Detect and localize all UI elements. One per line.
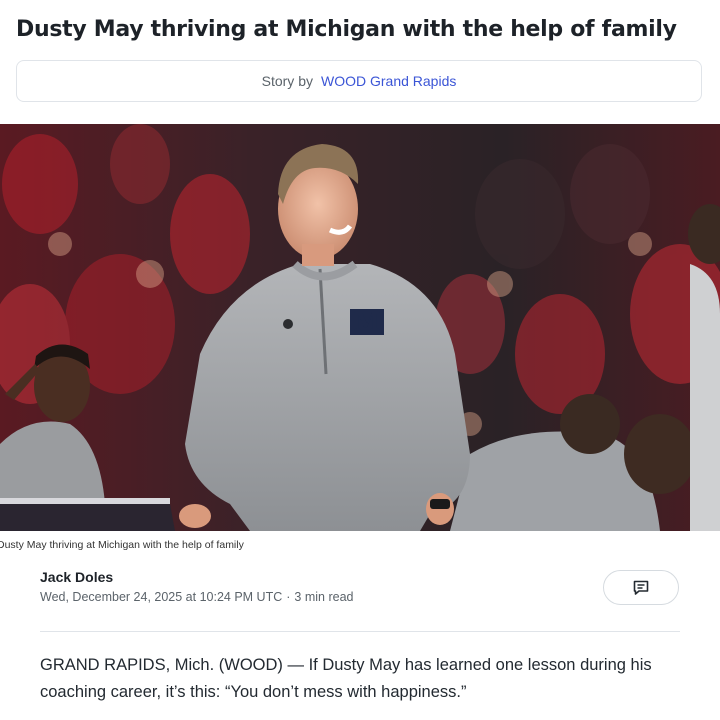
divider [40, 631, 680, 632]
hero-photo-illustration: M [0, 124, 720, 531]
comments-button[interactable] [603, 570, 679, 605]
story-by-label: Story by [261, 73, 313, 89]
read-time: 3 min read [294, 590, 354, 604]
article-headline: Dusty May thriving at Michigan with the … [16, 17, 677, 42]
article-first-paragraph: GRAND RAPIDS, Mich. (WOOD) — If Dusty Ma… [40, 656, 652, 701]
author-name[interactable]: Jack Doles [40, 569, 113, 585]
comment-icon [633, 580, 649, 595]
hero-image: M [0, 124, 720, 531]
source-link[interactable]: WOOD Grand Rapids [321, 73, 456, 89]
story-attribution-box: Story by WOOD Grand Rapids [16, 60, 702, 102]
jersey-logo-letter: M [354, 307, 381, 336]
meta-separator: · [286, 590, 291, 604]
image-caption: Dusty May thriving at Michigan with the … [0, 539, 244, 551]
publish-date: Wed, December 24, 2025 at 10:24 PM UTC [40, 590, 283, 604]
article-meta: Wed, December 24, 2025 at 10:24 PM UTC ·… [40, 590, 353, 604]
